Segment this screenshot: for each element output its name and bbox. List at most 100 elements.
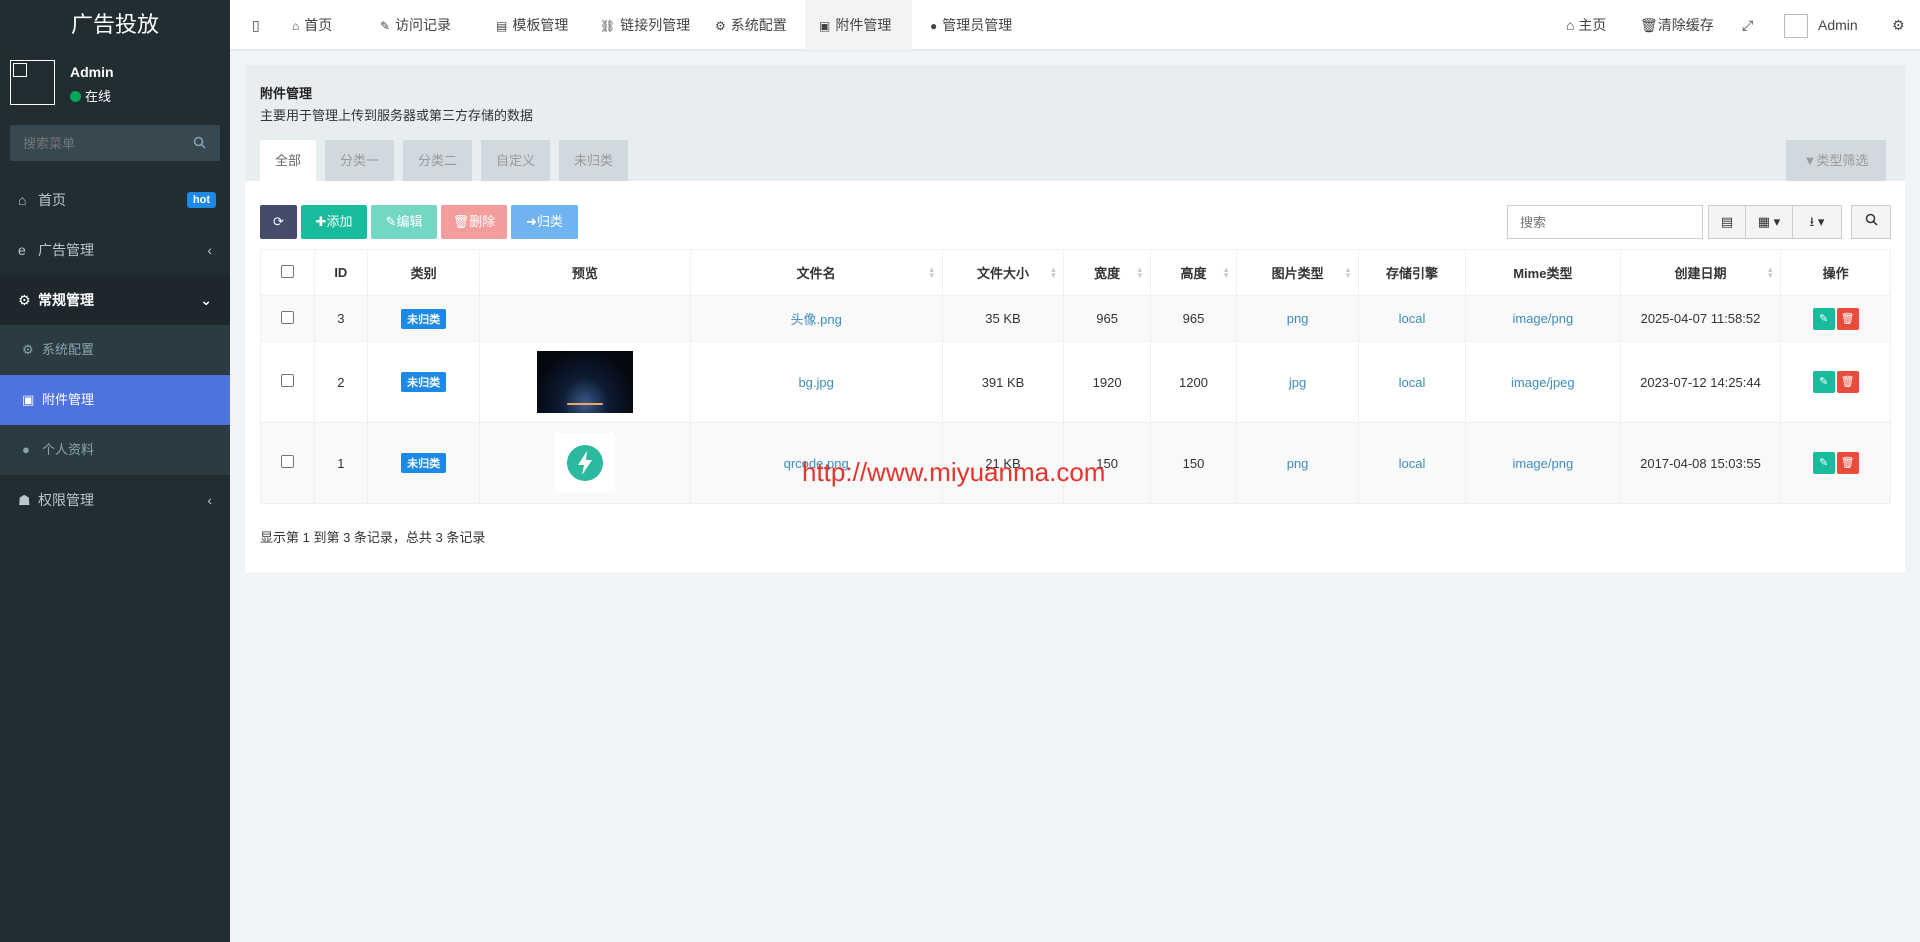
brand-title[interactable]: 广告投放 [0, 0, 230, 50]
type-link[interactable]: png [1287, 456, 1309, 471]
col-image-type[interactable]: 图片类型 ▲ ▼ [1236, 249, 1359, 296]
fullscreen-button[interactable]: ⤢ [1742, 0, 1753, 50]
sidebar-item-label: 个人资料 [42, 442, 95, 457]
type-link[interactable]: png [1287, 311, 1309, 326]
tab-uncategorized[interactable]: 未归类 [559, 140, 629, 181]
row-checkbox[interactable] [280, 374, 294, 387]
home-link[interactable]: ⌂ 主页 [1566, 0, 1606, 50]
sidebar-item-home[interactable]: ⌂ 首页 hot [0, 175, 230, 225]
cell-filename[interactable]: bg.jpg [689, 341, 943, 423]
col-category[interactable]: 类别 [367, 249, 481, 296]
row-delete-button[interactable]: 🗑 [1836, 307, 1859, 330]
sidebar-toggle-button[interactable]: ▯ [238, 0, 274, 50]
cell-mime[interactable]: image/png [1465, 422, 1621, 504]
row-checkbox[interactable] [280, 455, 294, 468]
trash-icon: 🗑 [1840, 376, 1855, 388]
col-filesize[interactable]: 文件大小 ▲ ▼ [941, 249, 1065, 296]
menu-search-input[interactable] [10, 125, 180, 161]
cell-width: 1920 [1063, 341, 1151, 423]
toggle-view-button[interactable]: ▤ [1708, 205, 1746, 239]
select-all-checkbox[interactable] [280, 264, 294, 278]
sidebar-item-profile[interactable]: ● 个人资料 [0, 425, 230, 475]
row-delete-button[interactable]: 🗑 [1836, 452, 1859, 474]
cell-filename[interactable]: 头像.png [689, 295, 943, 342]
sidebar-item-general[interactable]: ⚙ 常规管理 ⌄ [0, 275, 230, 325]
admin-menu[interactable]: Admin [1784, 0, 1858, 50]
delete-button[interactable]: 🗑删除 [441, 205, 507, 239]
row-edit-button[interactable]: ✎ [1812, 307, 1835, 330]
avatar-placeholder-icon [13, 63, 27, 77]
type-link[interactable]: jpg [1289, 375, 1306, 390]
col-filename[interactable]: 文件名 ▲ ▼ [689, 249, 943, 296]
clear-cache-link[interactable]: 🗑清除缓存 [1640, 0, 1714, 50]
refresh-button[interactable]: ⟳ [260, 205, 297, 239]
engine-link[interactable]: local [1399, 311, 1426, 326]
export-button[interactable]: ⭳ ▾ [1792, 205, 1842, 239]
tab-config[interactable]: ⚙ 系统配置 [701, 0, 801, 50]
type-filter-label: 类型筛选 [1816, 153, 1869, 168]
tab-attachments[interactable]: ▣ 附件管理 [805, 0, 912, 50]
col-created-label: 创建日期 [1674, 266, 1727, 281]
row-checkbox[interactable] [280, 310, 294, 324]
chevron-down-icon: ⌄ [200, 292, 212, 308]
row-select-cell [260, 341, 315, 423]
cell-type[interactable]: jpg [1236, 341, 1359, 423]
type-filter-button[interactable]: ▼类型筛选 [1786, 140, 1886, 181]
filename-link[interactable]: bg.jpg [798, 375, 833, 390]
search-icon[interactable] [193, 136, 206, 152]
tab-category-2[interactable]: 分类二 [403, 140, 473, 181]
cell-engine[interactable]: local [1357, 422, 1467, 504]
sidebar-item-attachments[interactable]: ▣ 附件管理 [0, 375, 230, 425]
classify-button[interactable]: ➜归类 [511, 205, 578, 239]
engine-link[interactable]: local [1399, 456, 1426, 471]
col-height[interactable]: 高度 ▲ ▼ [1149, 249, 1238, 296]
mime-link[interactable]: image/png [1512, 456, 1573, 471]
sidebar-item-auth[interactable]: ☗ 权限管理 ‹ [0, 475, 230, 525]
tab-label: 访问记录 [395, 17, 452, 33]
table-row[interactable]: 3 未归类 头像.png 35 KB 965 965 png local ima… [260, 295, 1891, 342]
row-edit-button[interactable]: ✎ [1812, 452, 1835, 474]
cell-type[interactable]: png [1236, 295, 1359, 342]
tab-access-log[interactable]: ✎ 访问记录 [366, 0, 465, 50]
user-name: Admin [70, 64, 114, 80]
preview-thumbnail[interactable] [554, 433, 615, 493]
col-id[interactable]: ID [313, 249, 369, 296]
clear-cache-label: 清除缓存 [1657, 17, 1714, 33]
row-edit-button[interactable]: ✎ [1812, 371, 1835, 393]
hot-badge: hot [186, 192, 216, 208]
col-width[interactable]: 宽度 ▲ ▼ [1063, 249, 1151, 296]
tab-links[interactable]: ⛓ 链接列管理 [586, 0, 704, 50]
tab-all[interactable]: 全部 [260, 140, 317, 181]
preview-thumbnail[interactable] [536, 351, 633, 413]
cell-mime[interactable]: image/jpeg [1465, 341, 1621, 423]
col-created[interactable]: 创建日期 ▲ ▼ [1619, 249, 1782, 296]
tab-templates[interactable]: ▤ 模板管理 [482, 0, 582, 50]
sidebar-item-label: 附件管理 [42, 392, 95, 407]
edit-button[interactable]: ✎编辑 [371, 205, 437, 239]
settings-button[interactable]: ⚙ [1892, 0, 1905, 50]
row-delete-button[interactable]: 🗑 [1836, 371, 1859, 393]
tab-admins[interactable]: ● 管理员管理 [916, 0, 1026, 50]
advanced-search-button[interactable] [1851, 205, 1891, 239]
trash-icon: 🗑 [1840, 457, 1855, 469]
mime-link[interactable]: image/jpeg [1511, 375, 1575, 390]
table-row[interactable]: 2 未归类 bg.jpg 391 KB 1920 1200 jpg local … [260, 341, 1891, 423]
mime-link[interactable]: image/png [1512, 311, 1573, 326]
cell-engine[interactable]: local [1357, 295, 1467, 342]
columns-button[interactable]: ▦ ▾ [1745, 205, 1793, 239]
sidebar-item-config[interactable]: ⚙ 系统配置 [0, 325, 230, 375]
table-search-input[interactable] [1507, 205, 1703, 239]
cell-type[interactable]: png [1236, 422, 1359, 504]
tab-custom[interactable]: 自定义 [481, 140, 551, 181]
col-height-label: 高度 [1180, 266, 1207, 281]
pencil-icon: ✎ [1819, 457, 1829, 469]
filename-link[interactable]: 头像.png [791, 312, 842, 327]
cell-engine[interactable]: local [1357, 341, 1467, 423]
sidebar-item-ads[interactable]: e 广告管理 ‹ [0, 225, 230, 275]
tab-category-1[interactable]: 分类一 [325, 140, 395, 181]
cell-mime[interactable]: image/png [1465, 295, 1621, 342]
add-button[interactable]: ✚添加 [301, 205, 367, 239]
col-mime: Mime类型 [1465, 249, 1621, 296]
tab-home[interactable]: ⌂ 首页 [278, 0, 346, 50]
engine-link[interactable]: local [1399, 375, 1426, 390]
